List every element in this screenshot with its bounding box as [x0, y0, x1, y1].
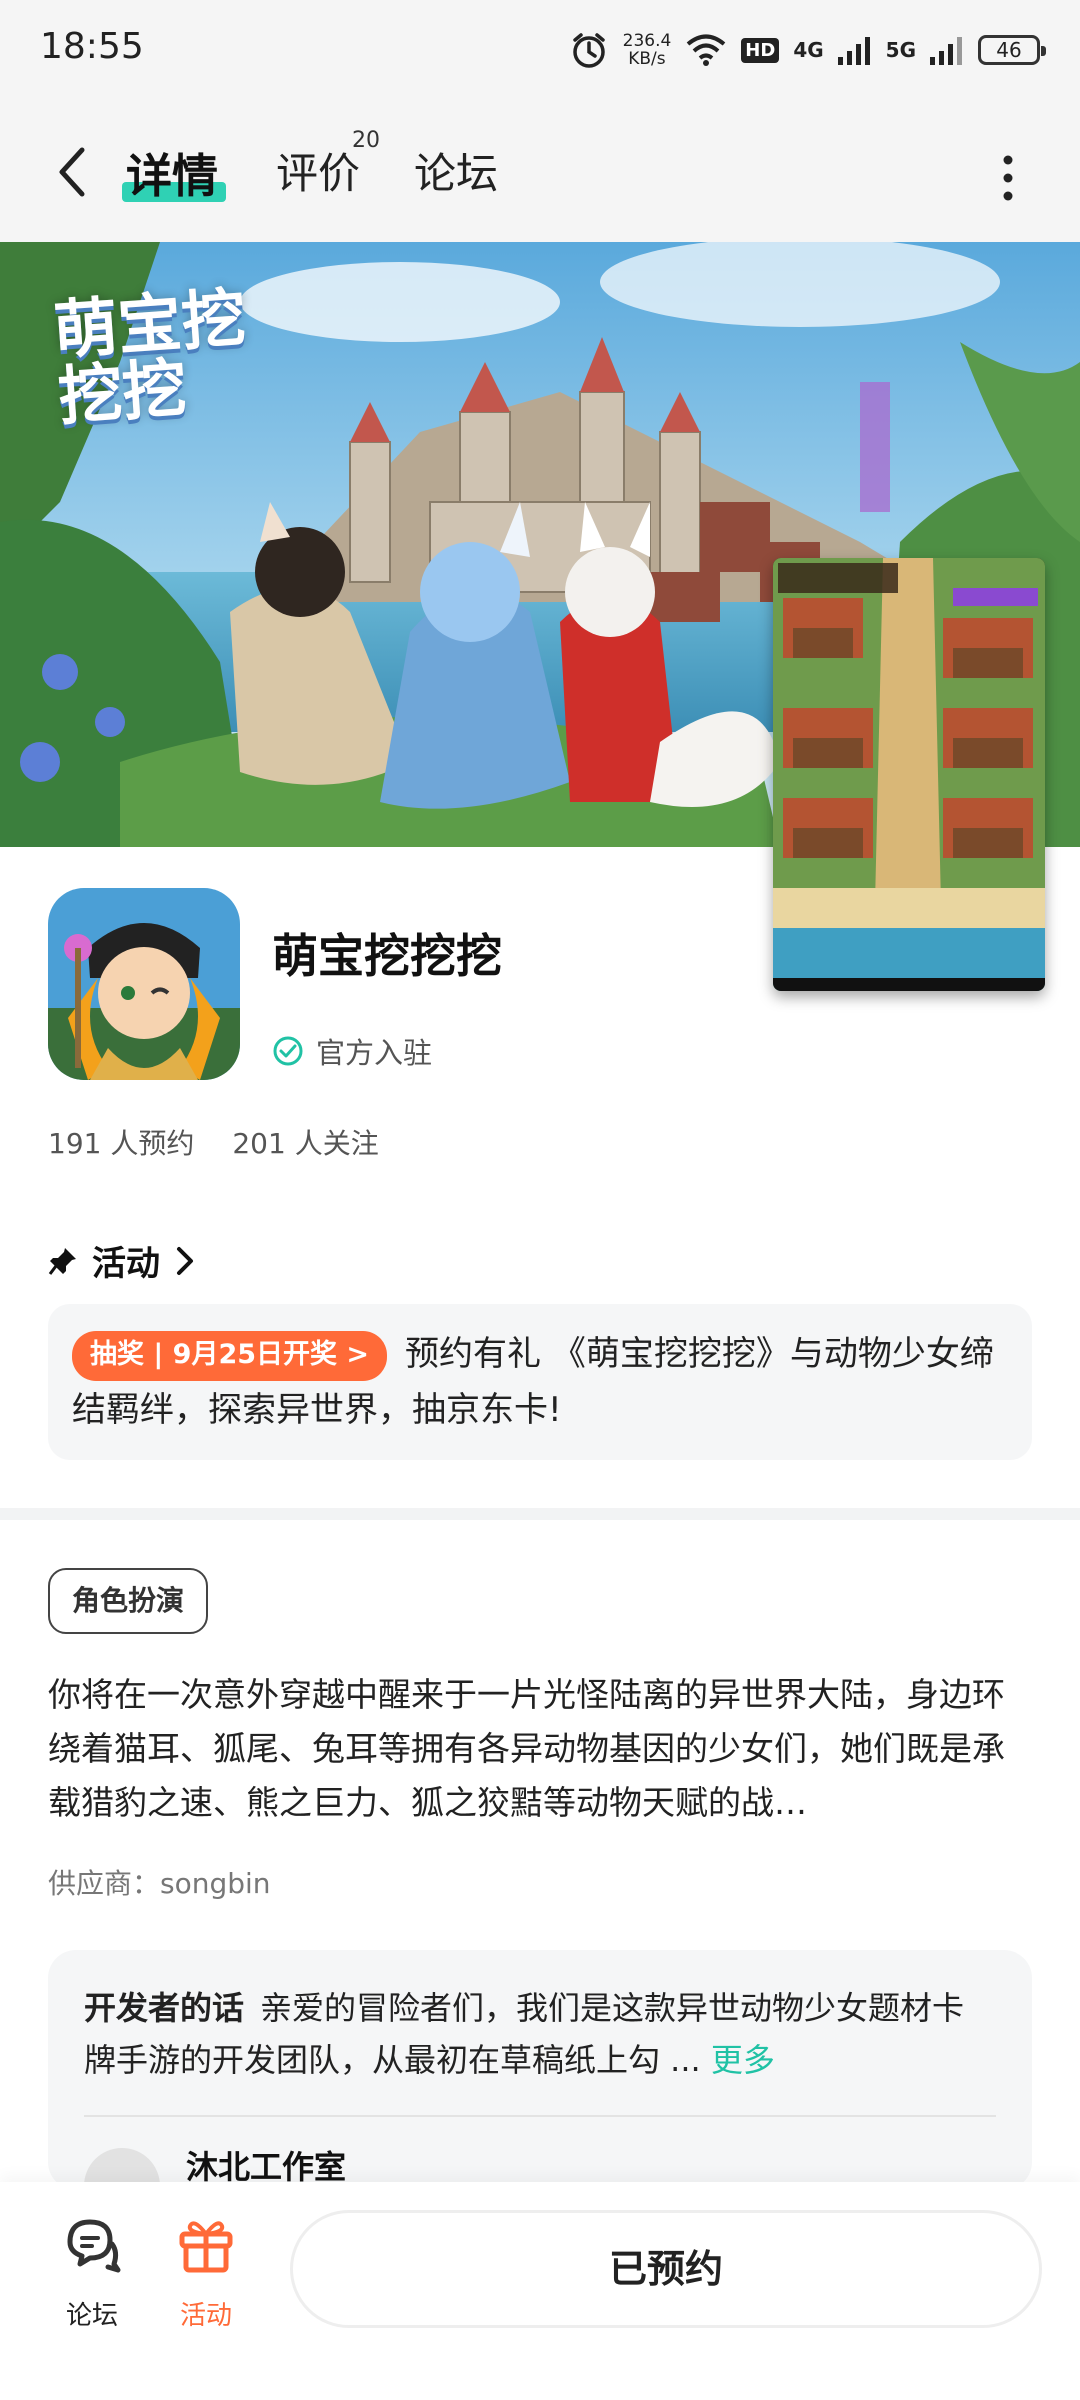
developer-note-card[interactable]: 开发者的话 亲爱的冒险者们，我们是这款异世动物少女题材卡牌手游的开发团队，从最初在…: [48, 1950, 1032, 2190]
bottom-action-bar: 论坛 活动 已预约: [0, 2182, 1080, 2400]
game-screenshot-thumbnail[interactable]: [773, 558, 1045, 991]
reservation-count: 191 人预约: [48, 1127, 195, 1160]
pin-icon: [48, 1247, 76, 1275]
developer-card-divider: [84, 2115, 996, 2117]
developer-note-label: 开发者的话: [84, 1989, 245, 2027]
status-bar: 18:55 236.4 KB/s HD 4G 5G 46: [0, 0, 1080, 100]
net-speed-unit: KB/s: [628, 49, 666, 69]
verified-check-icon: [273, 1036, 303, 1066]
status-icons: 236.4 KB/s HD 4G 5G 46: [569, 28, 1046, 72]
genre-tag[interactable]: 角色扮演: [48, 1568, 209, 1634]
alarm-icon: [572, 33, 605, 68]
app-name: 萌宝挖挖挖: [272, 929, 502, 983]
activity-section-header[interactable]: 活动: [48, 1236, 196, 1285]
bottom-nav-forum-label: 论坛: [65, 2301, 118, 2331]
bottom-nav-activity-label: 活动: [179, 2301, 232, 2331]
hd-icon: HD: [741, 37, 780, 63]
wifi-icon: [687, 34, 726, 66]
activity-title: 活动: [92, 1244, 160, 1284]
net-speed-value: 236.4: [622, 31, 672, 51]
reserved-button[interactable]: 已预约: [290, 2210, 1042, 2328]
tab-forum[interactable]: 论坛: [414, 140, 498, 201]
developer-note: 开发者的话 亲爱的冒险者们，我们是这款异世动物少女题材卡牌手游的开发团队，从最初在…: [84, 1982, 996, 2086]
supplier-label: 供应商：songbin: [48, 1867, 271, 1900]
forum-chat-icon: [67, 2219, 121, 2273]
network-4g-label: 4G: [793, 38, 824, 62]
official-label: 官方入驻: [316, 1036, 433, 1070]
tab-details[interactable]: 详情: [126, 140, 218, 206]
net-speed: 236.4 KB/s: [623, 32, 672, 68]
banner-game-logo: 萌宝挖挖挖: [51, 281, 249, 435]
signal-icon-2: [930, 37, 962, 65]
more-options-icon[interactable]: [996, 148, 1020, 208]
gift-icon: [179, 2221, 233, 2273]
game-description[interactable]: 你将在一次意外穿越中醒来于一片光怪陆离的异世界大陆，身边环绕着猫耳、狐尾、兔耳等…: [48, 1668, 1032, 1830]
reviews-count-badge: 20: [352, 128, 380, 153]
bottom-nav-forum[interactable]: 论坛: [42, 2212, 142, 2332]
app-icon-image: [48, 888, 240, 1080]
follower-count: 201 人关注: [232, 1127, 379, 1160]
chevron-right-icon: [177, 1246, 193, 1275]
screenshot-image: [773, 558, 1045, 991]
signal-icon: [837, 37, 870, 65]
top-nav: 详情 评价 20 论坛: [0, 100, 1080, 242]
battery-level: 46: [996, 38, 1022, 62]
section-divider: [0, 1508, 1080, 1520]
app-icon: [48, 888, 240, 1080]
network-5g-label: 5G: [885, 38, 916, 62]
status-time: 18:55: [40, 26, 144, 67]
tab-reviews[interactable]: 评价: [276, 140, 360, 201]
back-arrow-icon[interactable]: [48, 142, 98, 202]
bottom-nav-activity[interactable]: 活动: [156, 2212, 256, 2332]
official-badge: 官方入驻: [272, 1030, 432, 1072]
app-stats: 191 人预约 201 人关注: [48, 1122, 379, 1162]
activity-card[interactable]: 抽奖 | 9月25日开奖 > 预约有礼 《萌宝挖挖挖》与动物少女缔结羁绊，探索异世…: [48, 1304, 1032, 1460]
more-link[interactable]: 更多: [711, 2041, 775, 2079]
lottery-tag[interactable]: 抽奖 | 9月25日开奖 >: [72, 1330, 388, 1381]
battery-icon: 46: [978, 35, 1046, 65]
